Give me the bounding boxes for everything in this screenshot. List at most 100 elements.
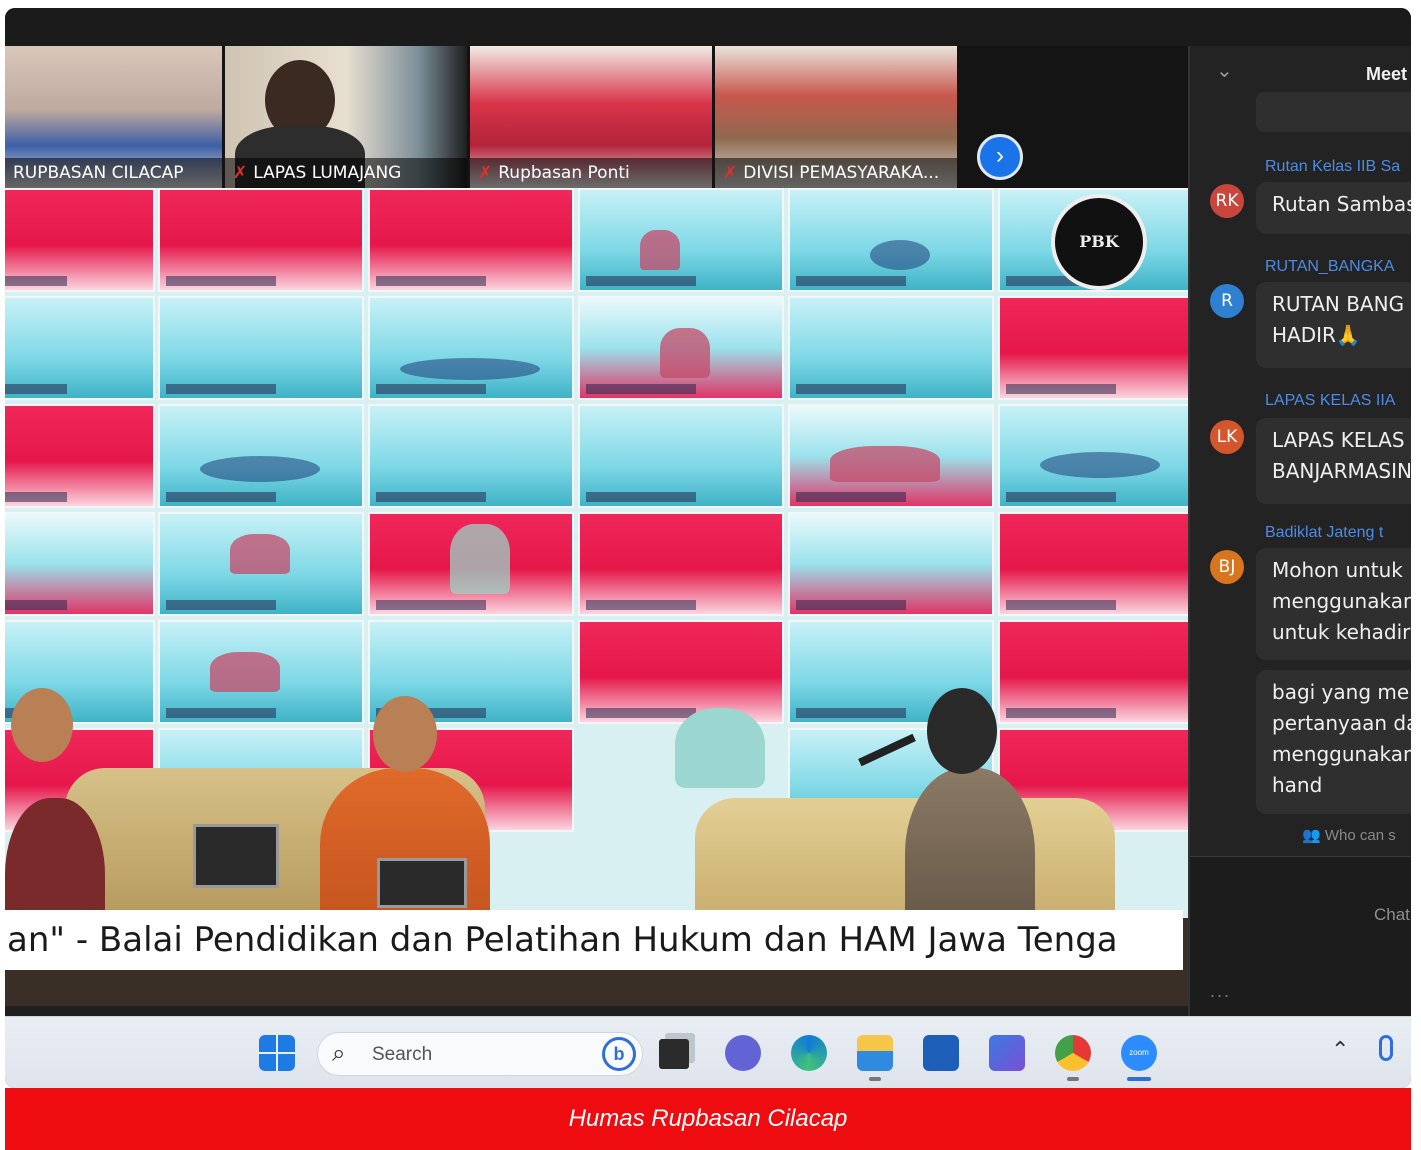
seal-logo: PBK [1051, 194, 1147, 290]
more-options-icon[interactable]: ... [1210, 981, 1231, 1002]
wall-tile [368, 296, 574, 400]
chat-title: Meet [1366, 64, 1408, 84]
windows-start-icon[interactable] [259, 1035, 295, 1071]
who-can-see[interactable]: 👥 Who can s [1302, 826, 1396, 844]
moderator-hijab [927, 688, 997, 774]
avatar: RK [1210, 184, 1244, 218]
participant-tile[interactable]: ✗ LAPAS LUMAJANG [225, 46, 467, 188]
wall-tile [578, 620, 784, 724]
chat-sender: RUTAN_BANGKA [1265, 258, 1395, 275]
participant-tile[interactable]: RUPBASAN CILACAP [5, 46, 222, 188]
mic-muted-icon: ✗ [478, 163, 493, 183]
participant-name: DIVISI PEMASYARAKA... [743, 163, 940, 183]
screen-person [675, 708, 765, 788]
chat-bubble: RUTAN BANG HADIR🙏 [1256, 282, 1411, 368]
speaker-head [373, 696, 437, 772]
store-icon[interactable] [923, 1035, 959, 1071]
wall-tile [368, 188, 574, 292]
wall-tile [998, 512, 1188, 616]
task-view-icon[interactable] [659, 1039, 689, 1069]
file-explorer-icon[interactable] [857, 1035, 893, 1071]
participant-name-bar: RUPBASAN CILACAP [5, 158, 222, 188]
chat-sender: Badiklat Jateng t [1265, 524, 1384, 541]
avatar: BJ [1210, 550, 1244, 584]
chevron-up-icon[interactable]: ⌃ [1331, 1037, 1349, 1063]
chat-line: menggunakan [1272, 589, 1411, 613]
microphone [858, 733, 916, 767]
chevron-right-icon[interactable]: › [977, 134, 1023, 180]
zoom-window: RUPBASAN CILACAP ✗ LAPAS LUMAJANG ✗ Rupbas… [5, 8, 1411, 1088]
chat-input[interactable]: Chat ... [1190, 856, 1411, 1016]
chat-bubble: Rutan Sambas [1256, 182, 1411, 234]
participant-name-bar: ✗ DIVISI PEMASYARAKA... [715, 158, 957, 188]
chat-bubble: Mohon untuk menggunakan untuk kehadir [1256, 548, 1411, 660]
mic-muted-icon: ✗ [233, 163, 248, 183]
people-icon: 👥 [1302, 827, 1325, 844]
main-video: PBK an" - Balai Pendidikan dan Pelatihan… [5, 188, 1188, 1006]
chrome-icon[interactable] [1055, 1035, 1091, 1071]
wall-tile [788, 188, 994, 292]
chat-line: pertanyaan da [1272, 711, 1411, 735]
chat-bubble-partial [1256, 92, 1411, 132]
edge-icon[interactable] [791, 1035, 827, 1071]
taskbar: ⌕ Search b zoom ⌃ [5, 1016, 1411, 1088]
microphone-icon[interactable] [1379, 1035, 1393, 1061]
wall-tile [158, 620, 364, 724]
who-can-see-label: Who can s [1324, 827, 1396, 844]
participant-name: LAPAS LUMAJANG [253, 163, 402, 183]
wall-tile [5, 188, 155, 292]
wall-tile [158, 512, 364, 616]
wall-tile [368, 404, 574, 508]
chat-bubble: LAPAS KELAS BANJARMASIN [1256, 418, 1411, 504]
chat-line: HADIR🙏 [1272, 323, 1361, 347]
taskbar-search[interactable]: ⌕ Search b [317, 1032, 643, 1076]
chat-input-placeholder: Chat [1374, 905, 1410, 924]
chat-icon[interactable] [725, 1035, 761, 1071]
laptop [193, 824, 279, 888]
speaker-head [11, 688, 73, 762]
wall-tile [5, 296, 155, 400]
wall-tile [578, 512, 784, 616]
wall-tile [788, 404, 994, 508]
chat-sender: LAPAS KELAS IIA [1265, 392, 1396, 409]
wall-tile [158, 404, 364, 508]
chat-line: bagi yang me [1272, 680, 1410, 704]
running-indicator [869, 1077, 881, 1081]
laptop [377, 858, 467, 908]
running-indicator [1067, 1077, 1079, 1081]
app-icon[interactable] [989, 1035, 1025, 1071]
chat-line: hand [1272, 773, 1323, 797]
window-top-bar [5, 8, 1411, 46]
chevron-down-icon[interactable]: ⌄ [1216, 58, 1233, 83]
chat-line: Rutan Sambas [1272, 192, 1411, 216]
participant-tile[interactable]: ✗ DIVISI PEMASYARAKA... [715, 46, 957, 188]
photo-caption: Humas Rupbasan Cilacap [5, 1088, 1411, 1150]
participant-name-bar: ✗ LAPAS LUMAJANG [225, 158, 467, 188]
participant-name-bar: ✗ Rupbasan Ponti [470, 158, 712, 188]
zoom-icon[interactable]: zoom [1121, 1035, 1157, 1071]
participant-strip: RUPBASAN CILACAP ✗ LAPAS LUMAJANG ✗ Rupbas… [5, 46, 1188, 188]
wall-tile [578, 404, 784, 508]
video-wall: PBK [5, 188, 1188, 832]
avatar: R [1210, 284, 1244, 318]
wall-tile [998, 404, 1188, 508]
chat-line: BANJARMASIN [1272, 459, 1411, 483]
chat-bubble: bagi yang me pertanyaan da menggunakan h… [1256, 670, 1411, 814]
news-ticker: an" - Balai Pendidikan dan Pelatihan Huk… [5, 910, 1183, 970]
wall-tile [998, 620, 1188, 724]
wall-tile [998, 296, 1188, 400]
chat-line: Mohon untuk [1272, 558, 1403, 582]
participant-name: Rupbasan Ponti [498, 163, 630, 183]
mic-muted-icon: ✗ [723, 163, 738, 183]
wall-tile [578, 296, 784, 400]
wall-tile [158, 188, 364, 292]
bing-icon[interactable]: b [602, 1037, 636, 1071]
participant-tile[interactable]: ✗ Rupbasan Ponti [470, 46, 712, 188]
chat-line: RUTAN BANG [1272, 292, 1405, 316]
chat-line: LAPAS KELAS [1272, 428, 1405, 452]
wall-tile [5, 404, 155, 508]
chat-sender: Rutan Kelas IIB Sa [1265, 158, 1401, 175]
participant-name: RUPBASAN CILACAP [13, 163, 184, 183]
chat-header: ⌄ Meet [1190, 46, 1411, 96]
search-placeholder: Search [372, 1044, 433, 1065]
